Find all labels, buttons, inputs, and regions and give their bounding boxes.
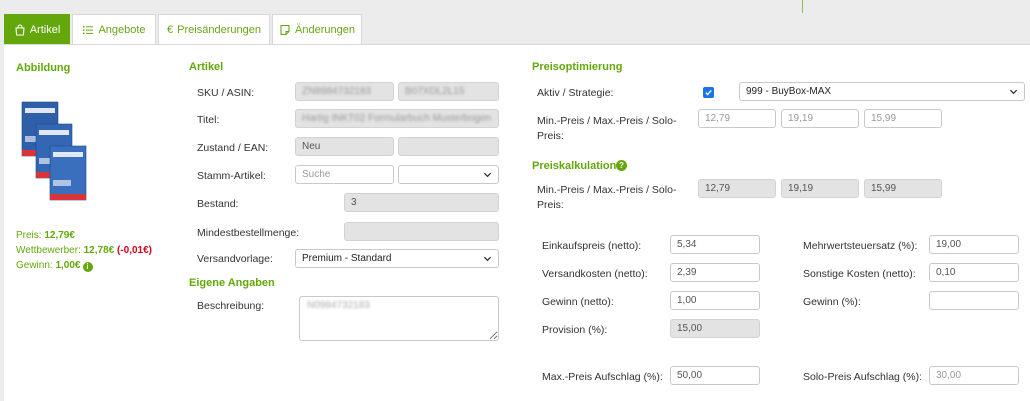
zustand-field: Neu xyxy=(295,137,394,156)
stamm-select[interactable] xyxy=(398,165,499,184)
tab-aenderungen[interactable]: Änderungen xyxy=(272,14,362,44)
gewinn-pct-input[interactable] xyxy=(929,291,1019,310)
beschreibung-label: Beschreibung: xyxy=(197,300,265,312)
maxaufschlag-label: Max.-Preis Aufschlag (%): xyxy=(542,371,663,383)
info-icon[interactable]: i xyxy=(82,261,93,272)
einkauf-label: Einkaufspreis (netto): xyxy=(542,240,642,252)
kalk-solo-field: 15,99 xyxy=(864,179,942,198)
check-icon xyxy=(705,90,712,96)
gewinn-line: Gewinn: 1,00€ i xyxy=(16,258,152,273)
tab-artikel[interactable]: Artikel xyxy=(4,14,70,44)
divider xyxy=(802,0,803,13)
tab-label: Artikel xyxy=(29,23,61,36)
versandkosten-input[interactable]: 2,39 xyxy=(670,263,760,282)
maxaufschlag-input[interactable]: 50,00 xyxy=(670,366,760,385)
product-image xyxy=(18,94,88,222)
gewinn-netto-input[interactable]: 1,00 xyxy=(670,291,760,310)
beschreibung-textarea[interactable] xyxy=(299,296,499,341)
zustand-label: Zustand / EAN: xyxy=(197,142,269,154)
article-panel: Abbildung Preis: 12,79€ Wettbewerber: 12… xyxy=(4,44,1030,401)
aktiv-checkbox[interactable] xyxy=(703,87,714,98)
optim-min-input[interactable]: 12,79 xyxy=(698,109,776,128)
optim-minmax-label: Min.-Preis / Max.-Preis / Solo-Preis: xyxy=(537,115,677,142)
provision-field: 15,00 xyxy=(670,319,760,338)
mwst-input[interactable]: 19,00 xyxy=(929,235,1019,254)
soloaufschlag-label: Solo-Preis Aufschlag (%): xyxy=(803,371,923,383)
bag-icon xyxy=(15,23,25,36)
tab-label: Änderungen xyxy=(295,23,355,36)
chevron-down-icon xyxy=(483,256,492,262)
eigene-title: Eigene Angaben xyxy=(189,277,275,289)
sonstige-label: Sonstige Kosten (netto): xyxy=(803,268,916,280)
bestand-field: 3 xyxy=(344,193,499,212)
note-icon xyxy=(280,24,290,35)
preis-line: Preis: 12,79€ xyxy=(16,230,75,241)
abbildung-title: Abbildung xyxy=(16,62,71,74)
tab-preisaenderungen[interactable]: € Preisänderungen xyxy=(158,14,270,44)
stamm-label: Stamm-Artikel: xyxy=(197,170,266,182)
help-icon[interactable]: ? xyxy=(616,160,627,171)
wettbewerber-line: Wettbewerber: 12,78€ (-0,01€) xyxy=(16,245,153,256)
preisoptimierung-title: Preisoptimierung xyxy=(532,61,623,73)
artikel-title: Artikel xyxy=(189,61,224,73)
titel-label: Titel: xyxy=(197,114,220,126)
preiskalkulation-title: Preiskalkulation xyxy=(532,160,617,172)
mwst-label: Mehrwertsteuersatz (%): xyxy=(803,240,918,252)
gewinn-pct-label: Gewinn (%): xyxy=(803,296,861,308)
mindest-label: Mindestbestellmenge: xyxy=(197,227,300,239)
versand-label: Versandvorlage: xyxy=(197,253,273,265)
kalk-max-field: 19,19 xyxy=(781,179,859,198)
einkauf-input[interactable]: 5,34 xyxy=(670,235,760,254)
ean-field xyxy=(398,137,499,156)
strategie-select[interactable]: 999 - BuyBox-MAX xyxy=(739,82,1025,101)
aktiv-label: Aktiv / Strategie: xyxy=(537,87,614,99)
tab-angebote[interactable]: Angebote xyxy=(72,14,156,44)
optim-solo-input[interactable]: 15,99 xyxy=(864,109,942,128)
sonstige-input[interactable]: 0,10 xyxy=(929,263,1019,282)
list-icon xyxy=(83,25,94,34)
sku-label: SKU / ASIN: xyxy=(197,87,255,99)
titel-field: Hartig INKT02 Formularbuch Musterbogen xyxy=(295,109,499,128)
optim-max-input[interactable]: 19,19 xyxy=(781,109,859,128)
euro-icon: € xyxy=(167,23,174,36)
bestand-label: Bestand: xyxy=(197,198,239,210)
gewinn-netto-label: Gewinn (netto): xyxy=(542,296,614,308)
tab-label: Angebote xyxy=(98,23,146,36)
asin-field: B07XDL2L15 xyxy=(398,82,499,101)
soloaufschlag-input[interactable]: 30,00 xyxy=(929,366,1019,385)
versand-select[interactable]: Premium - Standard xyxy=(295,249,499,268)
price-summary: Preis: 12,79€ Wettbewerber: 12,78€ (-0,0… xyxy=(16,228,152,273)
chevron-down-icon xyxy=(483,172,492,178)
kalk-minmax-label: Min.-Preis / Max.-Preis / Solo-Preis: xyxy=(537,184,677,211)
tab-label: Preisänderungen xyxy=(177,23,261,36)
mindest-field xyxy=(344,222,499,241)
sku-field: ZN8984732183 xyxy=(295,82,394,101)
provision-label: Provision (%): xyxy=(542,324,608,336)
versandkosten-label: Versandkosten (netto): xyxy=(542,268,648,280)
chevron-down-icon xyxy=(1009,89,1018,95)
stamm-search-input[interactable]: Suche xyxy=(295,165,394,184)
kalk-min-field: 12,79 xyxy=(698,179,776,198)
